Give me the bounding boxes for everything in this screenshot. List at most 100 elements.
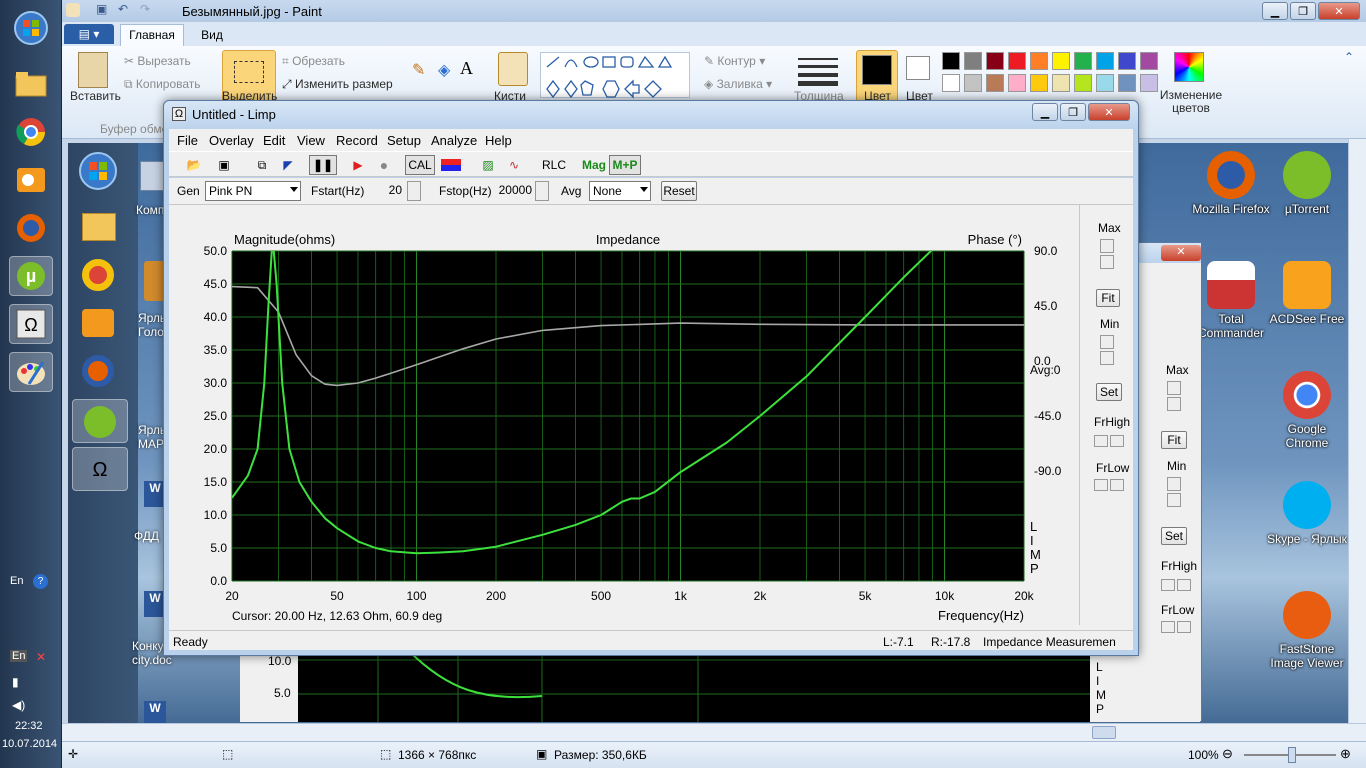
paint-app-icon[interactable] bbox=[66, 3, 80, 17]
paint-icon[interactable] bbox=[9, 352, 53, 392]
outlook-icon[interactable] bbox=[9, 160, 53, 200]
minimize-button[interactable]: ▁ bbox=[1262, 2, 1288, 20]
palette-swatch[interactable] bbox=[964, 52, 982, 70]
mag-phase-button[interactable]: M+P bbox=[609, 155, 641, 175]
limp-app-icon[interactable]: Ω bbox=[172, 107, 186, 121]
reset-button[interactable]: Reset bbox=[661, 181, 697, 201]
palette-swatch[interactable] bbox=[964, 74, 982, 92]
impedance-chart[interactable]: 0.0 5.0 10.0 15.0 20.0 25.0 30.0 35.0 40.0 45.0 50… bbox=[169, 205, 1079, 625]
paste-button[interactable]: Вставить bbox=[70, 89, 121, 103]
network-error-icon[interactable]: ✕ bbox=[36, 650, 46, 664]
save-quick-icon[interactable]: ▣ bbox=[96, 2, 107, 16]
min-down-button[interactable] bbox=[1100, 351, 1114, 365]
vertical-scrollbar[interactable] bbox=[1348, 139, 1366, 723]
menu-help[interactable]: Help bbox=[485, 133, 512, 148]
undo-icon[interactable]: ↶ bbox=[118, 2, 128, 16]
h-scroll-thumb[interactable] bbox=[1092, 726, 1116, 739]
resize-button[interactable]: ⤢ Изменить размер bbox=[282, 77, 393, 92]
limp-minimize-button[interactable]: ▁ bbox=[1032, 103, 1058, 121]
gen-select[interactable]: Pink PN bbox=[205, 181, 301, 201]
outline-dropdown[interactable]: ✎ Контур ▾ bbox=[704, 54, 765, 68]
palette-swatch[interactable] bbox=[1118, 52, 1136, 70]
mag-button[interactable]: Mag bbox=[579, 155, 609, 175]
record-icon[interactable]: ● bbox=[373, 155, 395, 175]
palette-swatch[interactable] bbox=[1052, 74, 1070, 92]
cut-button[interactable]: ✂ Вырезать bbox=[124, 54, 191, 68]
avg-select[interactable]: None bbox=[589, 181, 651, 201]
chrome-icon[interactable] bbox=[9, 112, 53, 152]
windows-start-icon[interactable] bbox=[9, 8, 53, 48]
text-icon[interactable]: A bbox=[460, 58, 473, 79]
zoom-slider-thumb[interactable] bbox=[1288, 747, 1296, 763]
frhigh-left-button[interactable] bbox=[1094, 435, 1108, 447]
cal-button[interactable]: CAL bbox=[405, 155, 435, 175]
crop-button[interactable]: ⌗ Обрезать bbox=[282, 54, 345, 69]
tab-view[interactable]: Вид bbox=[192, 26, 232, 46]
palette-swatch[interactable] bbox=[1074, 74, 1092, 92]
help-ribbon-icon[interactable]: ⌃ bbox=[1344, 50, 1354, 64]
fill-dropdown[interactable]: ◈ Заливка ▾ bbox=[704, 77, 772, 91]
close-button[interactable]: ✕ bbox=[1318, 2, 1360, 20]
palette-swatch[interactable] bbox=[1008, 52, 1026, 70]
zoom-out-button[interactable]: ⊖ bbox=[1222, 746, 1233, 762]
utorrent-icon[interactable]: µ bbox=[9, 256, 53, 296]
marker-icon[interactable]: ◤ bbox=[277, 155, 299, 175]
fstart-input[interactable]: 20 bbox=[365, 181, 405, 201]
limp-maximize-button[interactable]: ❐ bbox=[1060, 103, 1086, 121]
frlow-right-button[interactable] bbox=[1110, 479, 1124, 491]
max-down-button[interactable] bbox=[1100, 255, 1114, 269]
zoom-in-button[interactable]: ⊕ bbox=[1340, 746, 1351, 762]
fit-button[interactable]: Fit bbox=[1096, 289, 1120, 307]
play-icon[interactable]: ▶ bbox=[347, 155, 369, 175]
menu-setup[interactable]: Setup bbox=[387, 133, 421, 148]
fstop-input[interactable]: 20000 bbox=[489, 181, 535, 201]
palette-swatch[interactable] bbox=[1096, 74, 1114, 92]
shapes-gallery[interactable] bbox=[540, 52, 690, 99]
fill-icon[interactable]: ◈ bbox=[438, 60, 450, 80]
color-palette[interactable] bbox=[942, 52, 1162, 96]
palette-swatch[interactable] bbox=[1096, 52, 1114, 70]
brushes-icon[interactable] bbox=[498, 52, 528, 86]
language-indicator[interactable]: En bbox=[10, 575, 23, 587]
size-icon[interactable] bbox=[798, 54, 838, 86]
set-button[interactable]: Set bbox=[1096, 383, 1122, 401]
max-up-button[interactable] bbox=[1100, 239, 1114, 253]
paste-icon[interactable] bbox=[78, 52, 108, 88]
edit-colors-button[interactable]: Изменение цветов bbox=[1158, 89, 1224, 115]
rlc-button[interactable]: RLC bbox=[539, 155, 569, 175]
overlay-icon[interactable]: ▨ bbox=[477, 155, 499, 175]
redo-icon[interactable]: ↷ bbox=[140, 2, 150, 16]
help-icon[interactable]: ? bbox=[33, 574, 48, 589]
palette-swatch[interactable] bbox=[942, 52, 960, 70]
tab-home[interactable]: Главная bbox=[120, 24, 184, 46]
fstart-spinner[interactable] bbox=[407, 181, 421, 201]
clock-date[interactable]: 10.07.2014 bbox=[2, 738, 57, 750]
menu-record[interactable]: Record bbox=[336, 133, 378, 148]
copy-icon[interactable]: ⧉ bbox=[251, 155, 273, 175]
fstop-spinner[interactable] bbox=[535, 181, 549, 201]
pencil-icon[interactable]: ✎ bbox=[412, 60, 425, 80]
palette-swatch[interactable] bbox=[986, 52, 1004, 70]
explorer-icon[interactable] bbox=[9, 64, 53, 104]
palette-swatch[interactable] bbox=[1074, 52, 1092, 70]
save-icon[interactable]: ▣ bbox=[213, 155, 235, 175]
color2-swatch[interactable] bbox=[906, 56, 930, 80]
palette-swatch[interactable] bbox=[1008, 74, 1026, 92]
frhigh-right-button[interactable] bbox=[1110, 435, 1124, 447]
copy-button[interactable]: ⧉ Копировать bbox=[124, 77, 201, 92]
signal-icon[interactable]: ▮ bbox=[12, 675, 19, 689]
clock-time[interactable]: 22:32 bbox=[15, 720, 43, 732]
menu-overlay[interactable]: Overlay bbox=[209, 133, 254, 148]
frlow-left-button[interactable] bbox=[1094, 479, 1108, 491]
limp-icon[interactable]: Ω bbox=[9, 304, 53, 344]
open-icon[interactable]: 📂 bbox=[183, 155, 205, 175]
firefox-icon[interactable] bbox=[9, 208, 53, 248]
palette-swatch[interactable] bbox=[1140, 52, 1158, 70]
palette-swatch[interactable] bbox=[1118, 74, 1136, 92]
palette-swatch[interactable] bbox=[1030, 74, 1048, 92]
curve-icon[interactable]: ∿ bbox=[503, 155, 525, 175]
edit-colors-icon[interactable] bbox=[1174, 52, 1204, 82]
limp-close-button[interactable]: ✕ bbox=[1088, 103, 1130, 121]
pause-icon[interactable]: ❚❚ bbox=[309, 155, 337, 175]
menu-analyze[interactable]: Analyze bbox=[431, 133, 477, 148]
